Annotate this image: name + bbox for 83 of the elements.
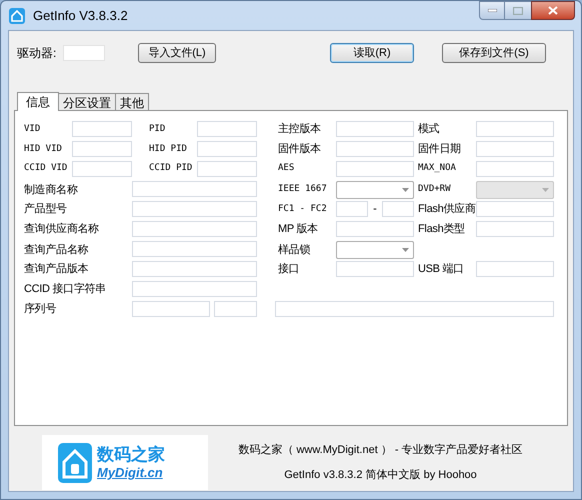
field-label: 接口 [277,262,300,277]
input-field[interactable] [336,161,414,177]
dropdown[interactable] [336,241,414,259]
logo-title: 数码之家 [97,444,165,465]
tab[interactable]: 信息 [17,92,59,111]
field-label: IEEE 1667 [277,183,328,196]
dropdown-caret-icon [402,248,409,252]
field-label: Flash供应商 [417,202,476,217]
field-label: AES [277,162,296,176]
field-label: USB 端口 [417,262,465,277]
input-field[interactable] [132,221,257,237]
input-field[interactable] [336,141,414,157]
field-label: 查询供应商名称 [24,222,100,237]
input-field[interactable] [132,261,257,277]
field-label: HID PID [148,142,188,156]
input-field[interactable] [132,301,210,317]
dropdown-caret-icon [402,188,409,192]
maximize-icon [513,6,523,14]
toolbar-button[interactable]: 导入文件(L) [138,43,216,63]
footer-text: 数码之家（ www.MyDigit.net ） - 专业数字产品爱好者社区 [238,442,523,458]
field-label: FC1 - FC2 [277,202,328,216]
minimize-button[interactable] [479,1,505,20]
input-field[interactable] [132,281,257,297]
toolbar-button[interactable]: 读取(R) [330,43,414,63]
toolbar-button[interactable]: 保存到文件(S) [442,43,546,63]
input-field[interactable] [476,121,554,137]
input-field[interactable] [382,201,414,218]
house-icon [9,8,25,24]
field-label: VID [24,122,42,136]
field-label: HID VID [24,142,63,156]
input-field[interactable] [476,261,554,277]
field-label: CCID VID [24,162,68,176]
input-field[interactable] [336,261,414,277]
input-field[interactable] [476,141,554,157]
dropdown-caret-icon [542,188,549,192]
input-field[interactable] [132,181,257,197]
input-field[interactable] [336,221,414,237]
input-field[interactable] [132,201,257,217]
field-label: MAX_NOA [417,162,457,176]
field-label: MP 版本 [277,222,319,237]
field-label: 制造商名称 [24,182,79,198]
field-label: 样品锁 [277,242,312,258]
maximize-button[interactable] [505,1,531,20]
house-icon [58,442,92,482]
input-field[interactable] [197,161,257,177]
input-field[interactable] [336,121,414,137]
field-label: 查询产品版本 [24,262,90,277]
field-label: PID [148,122,166,136]
input-field[interactable] [72,141,132,157]
field-label: Flash类型 [417,222,466,237]
field-label: 产品型号 [24,202,68,217]
dropdown[interactable] [336,181,414,199]
input-field[interactable] [476,161,554,177]
range-separator: - [372,202,378,217]
input-field[interactable] [197,141,257,157]
drive-label: 驱动器: [17,45,58,62]
field-label: 主控版本 [277,122,322,137]
drive-field[interactable] [63,45,105,61]
window-title: GetInfo V3.8.3.2 [33,6,128,25]
input-field[interactable] [132,241,257,257]
tab[interactable]: 其他 [115,93,149,110]
field-label: CCID 接口字符串 [24,282,107,297]
field-label: 固件版本 [277,142,322,157]
input-field[interactable] [197,121,257,137]
input-field[interactable] [336,201,368,218]
field-label: DVD+RW [417,183,452,196]
field-label: CCID PID [148,162,194,176]
close-button[interactable] [531,1,575,20]
close-icon [548,6,558,15]
input-field[interactable] [476,221,554,237]
field-label: 固件日期 [417,142,462,157]
field-label: 序列号 [24,302,58,317]
input-field[interactable] [72,161,132,177]
minimize-icon [488,9,496,12]
input-field[interactable] [72,121,132,137]
tab[interactable]: 分区设置 [58,93,116,110]
logo-subtitle: MyDigit.cn [97,465,164,482]
footer-text: GetInfo v3.8.3.2 简体中文版 by Hoohoo [284,468,477,483]
input-field[interactable] [476,201,554,217]
field-label: 模式 [417,122,440,137]
field-label: 查询产品名称 [24,242,90,258]
input-field[interactable] [214,301,257,317]
input-field[interactable] [275,301,554,317]
